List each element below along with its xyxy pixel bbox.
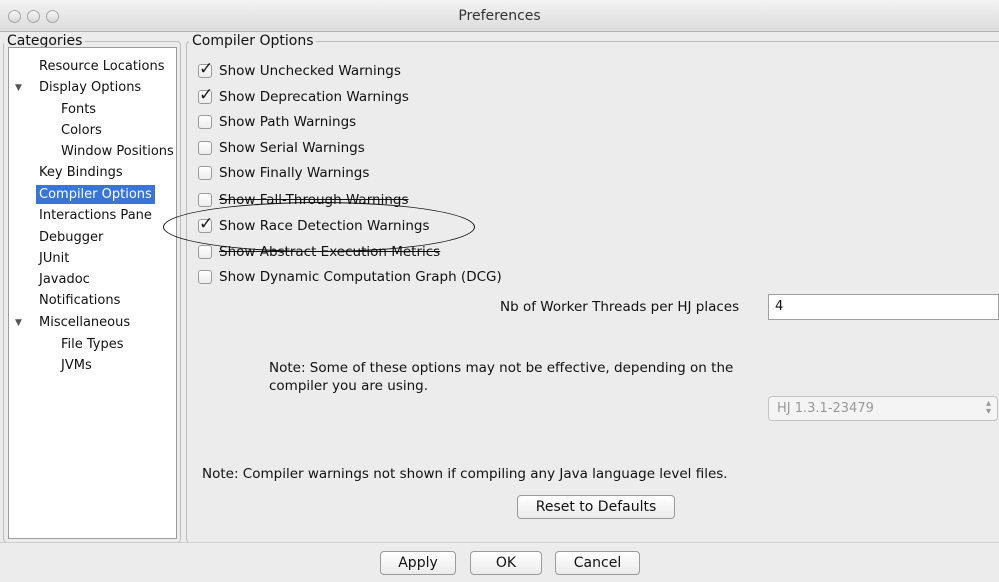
compiler-version-select[interactable]: HJ 1.3.1-23479 ▴ ▾ [768, 396, 998, 421]
tree-item-jvms[interactable]: JVMs [58, 356, 95, 375]
path-warnings-checkbox[interactable] [198, 115, 212, 129]
compiler-version-value: HJ 1.3.1-23479 [777, 401, 874, 416]
checkbox-row[interactable]: Show Finally Warnings [198, 164, 369, 182]
tree-item-colors[interactable]: Colors [58, 121, 105, 140]
worker-threads-input[interactable]: 4 [768, 294, 999, 320]
checkbox-row[interactable]: Show Dynamic Computation Graph (DCG) [198, 268, 502, 286]
tree-item-display-options[interactable]: Display Options [36, 78, 144, 97]
disclosure-triangle-icon[interactable]: ▼ [15, 314, 22, 333]
tree-item-resource-locations[interactable]: Resource Locations [36, 57, 168, 76]
cancel-button[interactable]: Cancel [555, 551, 640, 575]
finally-warnings-checkbox[interactable] [198, 166, 212, 180]
dcg-checkbox[interactable] [198, 270, 212, 284]
checkbox-row[interactable]: ✓ Show Unchecked Warnings [198, 59, 401, 80]
checkmark-icon: ✓ [199, 85, 214, 105]
warnings-note: Note: Compiler warnings not shown if com… [202, 466, 728, 482]
tree-item-file-types[interactable]: File Types [58, 335, 127, 354]
note-text-line1: Note: Some of these options may not be e… [269, 360, 734, 376]
apply-button[interactable]: Apply [380, 551, 456, 575]
disclosure-triangle-icon[interactable]: ▼ [15, 79, 22, 98]
checkmark-icon: ✓ [199, 59, 214, 79]
tree-item-javadoc[interactable]: Javadoc [36, 270, 93, 289]
highlight-ellipse [163, 202, 475, 252]
tree-item-junit[interactable]: JUnit [36, 249, 72, 268]
title-bar: Preferences [0, 0, 999, 32]
categories-tree: Resource Locations ▼ Display Options Fon… [8, 47, 177, 539]
tree-item-window-positions[interactable]: Window Positions [58, 142, 177, 161]
tree-item-compiler-options[interactable]: Compiler Options [36, 185, 155, 204]
ok-button[interactable]: OK [470, 551, 542, 575]
checkbox-label: Show Deprecation Warnings [219, 89, 409, 105]
tree-item-key-bindings[interactable]: Key Bindings [36, 163, 126, 182]
checkbox-label: Show Path Warnings [219, 114, 357, 130]
reset-to-defaults-button[interactable]: Reset to Defaults [517, 495, 675, 519]
tree-item-notifications[interactable]: Notifications [36, 291, 123, 310]
tree-item-fonts[interactable]: Fonts [58, 100, 99, 119]
checkbox-row[interactable]: Show Path Warnings [198, 113, 356, 131]
deprecation-warnings-checkbox[interactable]: ✓ [198, 85, 213, 105]
worker-threads-label: Nb of Worker Threads per HJ places [500, 299, 740, 315]
tree-item-interactions-pane[interactable]: Interactions Pane [36, 206, 155, 225]
abstract-execution-metrics-checkbox[interactable] [198, 245, 212, 259]
serial-warnings-checkbox[interactable] [198, 141, 212, 155]
unchecked-warnings-checkbox[interactable]: ✓ [198, 59, 213, 79]
checkbox-row[interactable]: Show Serial Warnings [198, 139, 365, 157]
tree-item-miscellaneous[interactable]: Miscellaneous [36, 313, 133, 332]
checkbox-row[interactable]: ✓ Show Deprecation Warnings [198, 85, 409, 106]
fall-through-warnings-checkbox[interactable] [198, 193, 212, 207]
tree-item-debugger[interactable]: Debugger [36, 228, 106, 247]
compiler-options-label: Compiler Options [189, 33, 317, 49]
checkbox-label: Show Finally Warnings [219, 165, 370, 181]
window-title: Preferences [458, 8, 541, 24]
checkbox-label: Show Serial Warnings [219, 140, 365, 156]
checkbox-label: Show Dynamic Computation Graph (DCG) [219, 269, 502, 285]
checkbox-label: Show Unchecked Warnings [219, 63, 401, 79]
select-arrows-icon: ▴ ▾ [985, 398, 991, 417]
note-text-line2: compiler you are using. [269, 378, 429, 394]
